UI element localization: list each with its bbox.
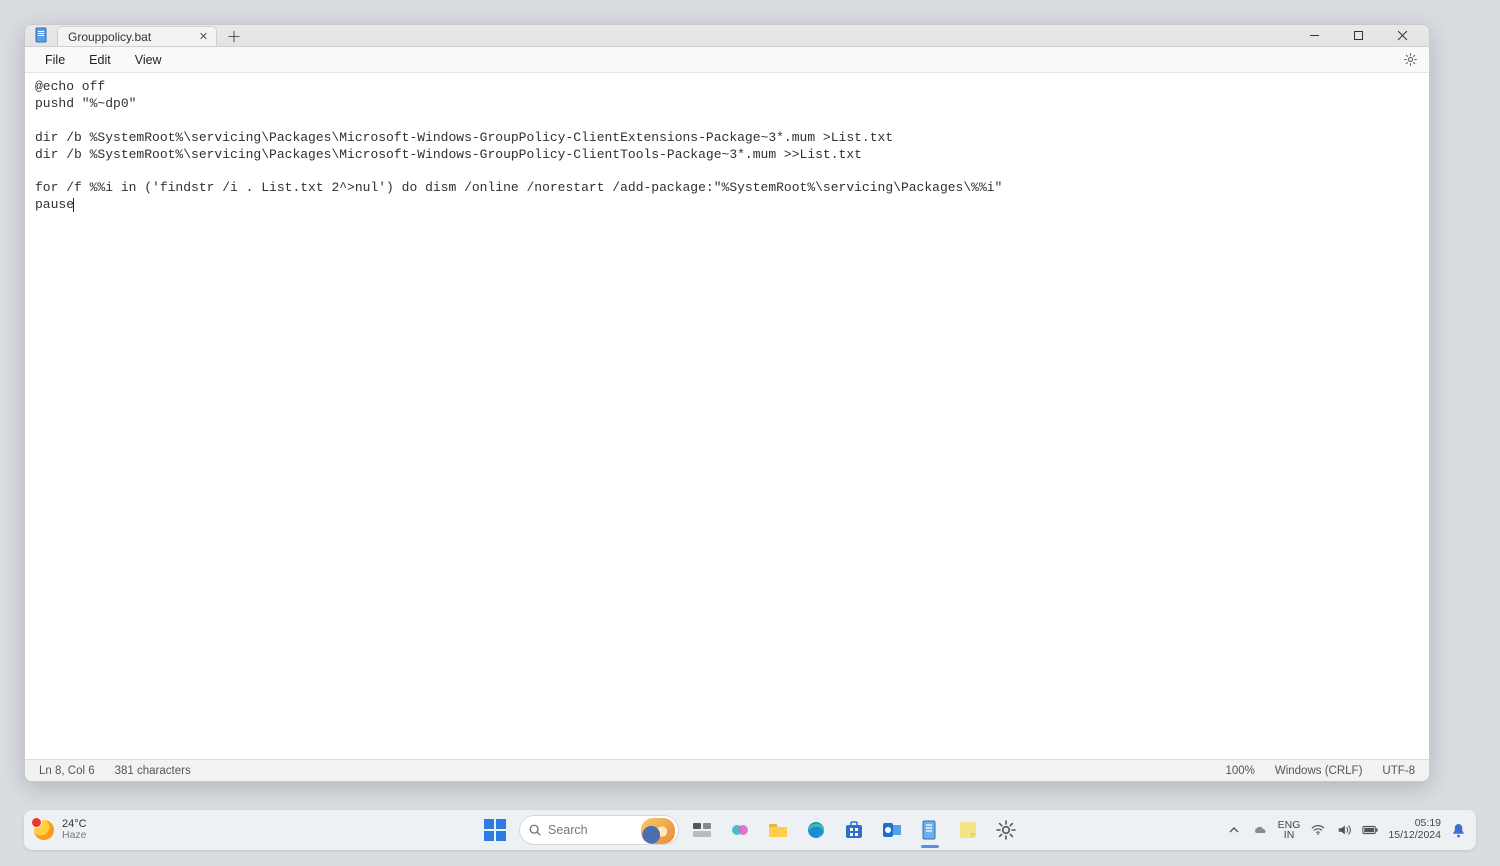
taskview-icon[interactable]: [687, 815, 717, 845]
wifi-icon[interactable]: [1310, 822, 1326, 838]
weather-desc: Haze: [62, 830, 87, 841]
status-encoding[interactable]: UTF-8: [1382, 765, 1415, 777]
taskbar: 24°C Haze Search ENG IN 0: [24, 810, 1476, 850]
notepad-app-icon: [33, 26, 51, 44]
status-chars: 381 characters: [115, 765, 191, 777]
taskbar-tray: ENG IN 05:19 15/12/2024: [1226, 818, 1466, 841]
menu-edit[interactable]: Edit: [77, 51, 123, 69]
status-position: Ln 8, Col 6: [39, 765, 95, 777]
start-button[interactable]: [479, 814, 511, 846]
notepad-window: Grouppolicy.bat ✕ ＋ File Edit View @echo…: [24, 24, 1430, 782]
menu-file[interactable]: File: [33, 51, 77, 69]
outlook-icon[interactable]: [877, 815, 907, 845]
battery-icon[interactable]: [1362, 822, 1378, 838]
taskbar-center: Search: [479, 814, 1021, 846]
taskbar-search[interactable]: Search: [519, 815, 679, 845]
taskbar-clock[interactable]: 05:19 15/12/2024: [1388, 818, 1441, 841]
new-tab-button[interactable]: ＋: [221, 26, 247, 46]
close-window-button[interactable]: [1383, 26, 1421, 44]
status-zoom[interactable]: 100%: [1225, 765, 1254, 777]
taskbar-weather[interactable]: 24°C Haze: [34, 819, 87, 841]
settings-gear-icon[interactable]: [1399, 49, 1421, 71]
editor-textarea[interactable]: @echo off pushd "%~dp0" dir /b %SystemRo…: [25, 73, 1429, 759]
microsoft-store-icon[interactable]: [839, 815, 869, 845]
lang-bottom: IN: [1284, 830, 1295, 841]
editor-content: @echo off pushd "%~dp0" dir /b %SystemRo…: [35, 79, 1002, 212]
sticky-notes-icon[interactable]: [953, 815, 983, 845]
titlebar: Grouppolicy.bat ✕ ＋: [25, 25, 1429, 47]
tab-title: Grouppolicy.bat: [68, 30, 151, 44]
status-lineend[interactable]: Windows (CRLF): [1275, 765, 1363, 777]
statusbar: Ln 8, Col 6 381 characters 100% Windows …: [25, 759, 1429, 781]
close-tab-icon[interactable]: ✕: [197, 30, 210, 43]
edge-icon[interactable]: [801, 815, 831, 845]
text-cursor: [73, 198, 74, 212]
search-icon: [528, 823, 542, 837]
notepad-taskbar-icon[interactable]: [915, 815, 945, 845]
onedrive-icon[interactable]: [1252, 822, 1268, 838]
language-indicator[interactable]: ENG IN: [1278, 820, 1301, 841]
copilot-icon[interactable]: [725, 815, 755, 845]
maximize-button[interactable]: [1339, 26, 1377, 44]
menubar: File Edit View: [25, 47, 1429, 73]
chevron-up-icon[interactable]: [1226, 822, 1242, 838]
minimize-button[interactable]: [1295, 26, 1333, 44]
volume-icon[interactable]: [1336, 822, 1352, 838]
file-explorer-icon[interactable]: [763, 815, 793, 845]
settings-taskbar-icon[interactable]: [991, 815, 1021, 845]
tab-active[interactable]: Grouppolicy.bat ✕: [57, 26, 217, 46]
search-placeholder: Search: [548, 823, 588, 837]
window-controls: [1295, 26, 1421, 44]
search-highlight-art: [641, 818, 675, 844]
notifications-icon[interactable]: [1451, 823, 1466, 838]
menu-view[interactable]: View: [123, 51, 174, 69]
windows-logo-icon: [484, 819, 506, 841]
weather-icon: [34, 820, 54, 840]
clock-date: 15/12/2024: [1388, 830, 1441, 842]
